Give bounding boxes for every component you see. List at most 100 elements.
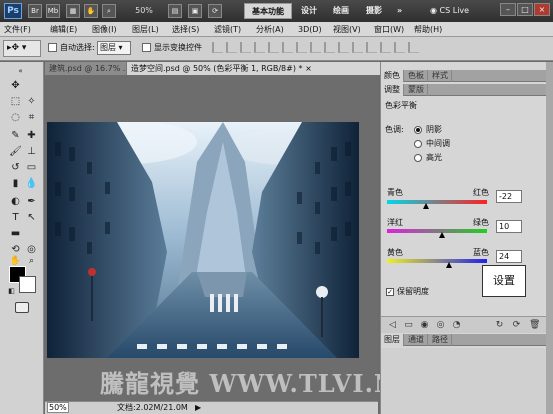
pen-tool-icon[interactable]: ✒ bbox=[24, 194, 39, 209]
align-center-icon[interactable] bbox=[268, 42, 279, 53]
clip-to-layer-icon[interactable]: ◉ bbox=[419, 320, 430, 331]
expand-view-icon[interactable]: ▭ bbox=[403, 320, 414, 331]
layers-panel-body[interactable] bbox=[381, 348, 547, 414]
view-previous-icon[interactable]: ◔ bbox=[451, 320, 462, 331]
tab-building-doc[interactable]: 建筑.psd @ 16.7% ... bbox=[45, 62, 127, 75]
maximize-button[interactable]: □ bbox=[517, 3, 533, 16]
magic-wand-icon[interactable]: ✧ bbox=[24, 94, 39, 109]
preserve-luminosity-checkbox[interactable]: ✓ bbox=[386, 288, 394, 296]
dodge-tool-icon[interactable]: ◐ bbox=[8, 194, 23, 209]
auto-select-checkbox[interactable] bbox=[48, 43, 57, 52]
tone-highlights-radio[interactable] bbox=[414, 154, 422, 162]
workspace-essentials[interactable]: 基本功能 bbox=[244, 3, 292, 19]
healing-brush-icon[interactable]: ✚ bbox=[24, 128, 39, 143]
close-tab-icon[interactable]: × bbox=[305, 64, 312, 73]
tab-masks[interactable]: 蒙版 bbox=[405, 84, 428, 96]
shape-tool-icon[interactable]: ▬ bbox=[8, 226, 23, 241]
move-tool-icon[interactable]: ✥ bbox=[8, 78, 23, 93]
visibility-eye-icon[interactable]: ◎ bbox=[435, 320, 446, 331]
rotate-view-button[interactable]: ⟳ bbox=[208, 4, 222, 18]
background-color-swatch[interactable] bbox=[19, 276, 36, 293]
auto-align-icon[interactable] bbox=[380, 42, 391, 53]
magenta-green-slider[interactable] bbox=[387, 229, 487, 233]
brush-tool-icon[interactable]: 🖌 bbox=[8, 144, 23, 159]
marquee-tool-icon[interactable]: ⬚ bbox=[8, 94, 23, 109]
clone-stamp-icon[interactable]: ⊥ bbox=[24, 144, 39, 159]
view-extras-button[interactable]: ▦ bbox=[66, 4, 80, 18]
tone-shadows-radio[interactable] bbox=[414, 126, 422, 134]
bridge-button[interactable]: Br bbox=[28, 4, 42, 18]
menu-select[interactable]: 选择(S) bbox=[172, 23, 199, 36]
cyan-red-value[interactable]: -22 bbox=[496, 190, 522, 203]
refresh-icon[interactable]: ⟳ bbox=[511, 320, 522, 331]
lasso-tool-icon[interactable]: ◌ bbox=[8, 110, 23, 125]
workspace-photography[interactable]: 摄影 bbox=[366, 3, 382, 19]
zoom-level-dropdown[interactable]: 50% bbox=[126, 4, 162, 18]
mini-bridge-button[interactable]: Mb bbox=[46, 4, 60, 18]
menu-3d[interactable]: 3D(D) bbox=[298, 23, 322, 36]
status-menu-arrow[interactable]: ▶ bbox=[195, 402, 201, 414]
menu-filter[interactable]: 滤镜(T) bbox=[214, 23, 241, 36]
yellow-blue-value[interactable]: 24 bbox=[496, 250, 522, 263]
menu-window[interactable]: 窗口(W) bbox=[374, 23, 404, 36]
arrange-documents-button[interactable]: ▤ bbox=[168, 4, 182, 18]
tab-adjustments[interactable]: 调整 bbox=[381, 84, 404, 96]
return-to-list-icon[interactable]: ◁ bbox=[387, 320, 398, 331]
align-right-icon[interactable] bbox=[282, 42, 293, 53]
tool-preset-picker[interactable]: ▸✥ ▾ bbox=[3, 40, 41, 57]
menu-edit[interactable]: 编辑(E) bbox=[50, 23, 77, 36]
blur-tool-icon[interactable]: 💧 bbox=[24, 176, 39, 191]
align-left-icon[interactable] bbox=[254, 42, 265, 53]
menu-analysis[interactable]: 分析(A) bbox=[256, 23, 284, 36]
distribute-right-icon[interactable] bbox=[366, 42, 377, 53]
tab-dream-space-doc[interactable]: 造梦空间.psd @ 50% (色彩平衡 1, RGB/8#) * × bbox=[127, 62, 395, 75]
tone-midtones-radio[interactable] bbox=[414, 140, 422, 148]
menu-view[interactable]: 视图(V) bbox=[333, 23, 361, 36]
close-button[interactable]: × bbox=[534, 3, 550, 16]
show-transform-checkbox[interactable] bbox=[142, 43, 151, 52]
menu-layer[interactable]: 图层(L) bbox=[132, 23, 159, 36]
document-image[interactable] bbox=[47, 122, 359, 358]
tab-color[interactable]: 颜色 bbox=[381, 70, 404, 82]
collapse-arrows-icon[interactable]: « bbox=[13, 64, 28, 79]
align-top-icon[interactable] bbox=[212, 42, 223, 53]
distribute-last-icon[interactable] bbox=[408, 42, 419, 53]
tab-layers[interactable]: 图层 bbox=[381, 334, 404, 346]
canvas-area[interactable] bbox=[45, 75, 378, 401]
align-bottom-icon[interactable] bbox=[240, 42, 251, 53]
workspace-painting[interactable]: 绘画 bbox=[333, 3, 349, 19]
magenta-green-thumb[interactable] bbox=[439, 232, 445, 238]
distribute-left-icon[interactable] bbox=[338, 42, 349, 53]
default-colors-icon[interactable]: ◧ bbox=[4, 284, 19, 299]
zoom-tool-button[interactable]: ⌕ bbox=[102, 4, 116, 18]
distribute-top-icon[interactable] bbox=[296, 42, 307, 53]
yellow-blue-thumb[interactable] bbox=[446, 262, 452, 268]
crop-tool-icon[interactable]: ⌗ bbox=[24, 110, 39, 125]
minimize-button[interactable]: – bbox=[500, 3, 516, 16]
auto-select-dropdown[interactable]: 图层 ▾ bbox=[97, 41, 131, 55]
tab-paths[interactable]: 路径 bbox=[429, 334, 452, 346]
gradient-tool-icon[interactable]: ▮ bbox=[8, 176, 23, 191]
more-workspaces-button[interactable]: » bbox=[397, 3, 402, 19]
distribute-center-icon[interactable] bbox=[352, 42, 363, 53]
distribute-middle-icon[interactable] bbox=[310, 42, 321, 53]
tab-swatches[interactable]: 色板 bbox=[405, 70, 428, 82]
path-selection-icon[interactable]: ↖ bbox=[24, 210, 39, 225]
zoom-tool-icon[interactable]: ⌕ bbox=[24, 254, 39, 269]
eyedropper-icon[interactable]: ✎ bbox=[8, 128, 23, 143]
distribute-bottom-icon[interactable] bbox=[324, 42, 335, 53]
history-brush-icon[interactable]: ↺ bbox=[8, 160, 23, 175]
menu-file[interactable]: 文件(F) bbox=[4, 23, 31, 36]
delete-adjustment-icon[interactable]: 🗑 bbox=[529, 320, 540, 331]
screen-mode-button[interactable]: ▣ bbox=[188, 4, 202, 18]
cyan-red-slider[interactable] bbox=[387, 200, 487, 204]
eraser-tool-icon[interactable]: ▭ bbox=[24, 160, 39, 175]
type-tool-icon[interactable]: T bbox=[8, 210, 23, 225]
status-zoom-field[interactable]: 50% bbox=[47, 402, 69, 413]
quick-mask-button[interactable] bbox=[15, 302, 29, 313]
yellow-blue-slider[interactable] bbox=[387, 259, 487, 263]
menu-help[interactable]: 帮助(H) bbox=[414, 23, 442, 36]
magenta-green-value[interactable]: 10 bbox=[496, 220, 522, 233]
reset-icon[interactable]: ↻ bbox=[494, 320, 505, 331]
cs-live-button[interactable]: ◉ CS Live bbox=[430, 3, 469, 19]
